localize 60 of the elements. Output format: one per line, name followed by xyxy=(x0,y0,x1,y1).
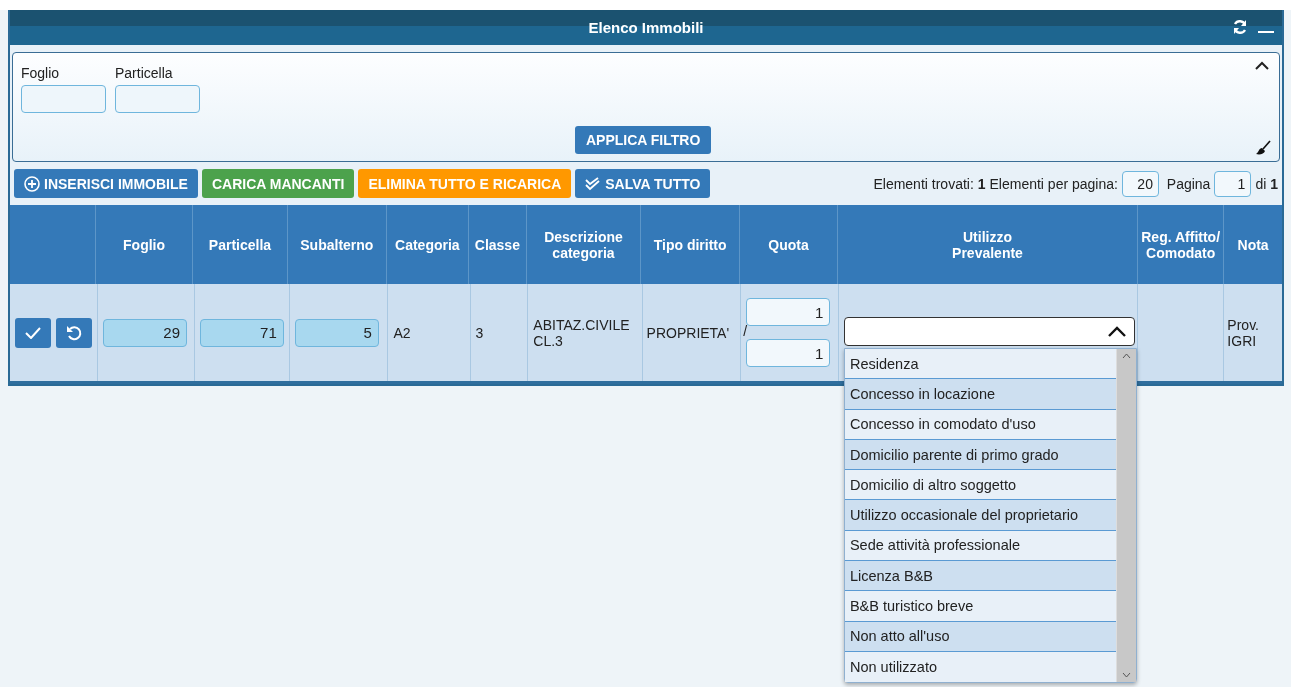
dropdown-field[interactable] xyxy=(843,317,1135,346)
per-page-field[interactable]: 20 xyxy=(1121,170,1159,197)
dropdown-option[interactable]: Non atto all'uso xyxy=(844,621,1116,652)
scroll-up-icon[interactable] xyxy=(1121,353,1131,359)
confirm-button[interactable] xyxy=(15,317,51,348)
quota-field[interactable]: 1 xyxy=(746,298,831,326)
input-field[interactable] xyxy=(21,85,106,113)
foglio-field[interactable]: 29 xyxy=(103,318,187,347)
dropdown-option[interactable]: Concesso in locazione xyxy=(844,379,1116,410)
column-header: Nota xyxy=(1237,236,1269,253)
toolbar-button[interactable]: INSERISCI IMMOBILE xyxy=(14,169,198,198)
table-cell: PROPRIETA' xyxy=(646,324,730,341)
page-label: Pagina xyxy=(1165,175,1211,192)
column-header: Subalterno xyxy=(300,236,374,253)
scroll-down-icon[interactable] xyxy=(1121,672,1131,679)
fraction-slash: / xyxy=(743,323,748,339)
dropdown-option[interactable]: Domicilio di altro soggetto xyxy=(844,470,1116,501)
page-total: di 1 xyxy=(1255,175,1278,192)
quota-field[interactable]: 1 xyxy=(746,339,831,367)
column-header: Classe xyxy=(474,236,520,253)
column-header: Particella xyxy=(208,236,272,253)
brush-icon[interactable] xyxy=(1255,140,1271,156)
table-cell: A2 xyxy=(393,324,411,341)
dropdown-option[interactable]: Concesso in comodato d'uso xyxy=(844,409,1116,440)
apply-filter-button[interactable]: APPLICA FILTRO xyxy=(575,126,712,154)
column-header: Quota xyxy=(768,236,809,253)
particella-field[interactable]: 71 xyxy=(199,318,284,347)
field-label: Particella xyxy=(115,65,174,81)
dropdown-option[interactable]: Sede attività professionale xyxy=(844,530,1116,562)
column-header: Tipo diritto xyxy=(653,236,727,253)
dropdown-option[interactable]: Utilizzo occasionale del proprietario xyxy=(844,500,1116,531)
table-cell: 3 xyxy=(475,324,484,341)
undo-button[interactable] xyxy=(56,317,92,348)
field-label: Foglio xyxy=(21,65,61,81)
table-cell-text: ABITAZ.CIVILE CL.3 xyxy=(533,316,631,349)
column-header: Categoria xyxy=(395,236,460,253)
chevron-icon[interactable] xyxy=(1255,61,1269,70)
page-field[interactable]: 1 xyxy=(1214,170,1252,197)
toolbar-button[interactable]: SALVA TUTTO xyxy=(575,169,711,198)
dropdown-option[interactable]: B&B turistico breve xyxy=(844,591,1116,622)
plus-circle-icon xyxy=(24,175,40,192)
input-field[interactable] xyxy=(115,85,200,113)
subalterno-field[interactable]: 5 xyxy=(294,318,379,347)
window-title: Elenco Immobili xyxy=(588,19,704,36)
column-header: Reg. Affitto/ Comodato xyxy=(1140,228,1222,261)
column-header: Foglio xyxy=(123,236,166,253)
double-check-icon xyxy=(585,176,602,191)
column-header: Utilizzo Prevalente xyxy=(951,228,1024,261)
dropdown-option[interactable]: Domicilio parente di primo grado xyxy=(844,439,1116,471)
table-cell-text: Prov. IGRI xyxy=(1227,316,1260,349)
found-count: Elementi trovati: 1 xyxy=(873,175,986,192)
check-icon xyxy=(25,326,41,339)
refresh-icon[interactable] xyxy=(1232,20,1248,34)
undo-icon xyxy=(66,324,82,341)
dropdown-option[interactable]: Non utilizzato xyxy=(844,651,1116,683)
dropdown-option[interactable]: Licenza B&B xyxy=(844,561,1116,592)
column-header: Descrizione categoria xyxy=(543,228,624,261)
scrollbar[interactable] xyxy=(1115,349,1136,683)
dropdown-option[interactable]: Residenza xyxy=(844,349,1116,380)
per-page-label: Elementi per pagina: xyxy=(989,175,1118,192)
